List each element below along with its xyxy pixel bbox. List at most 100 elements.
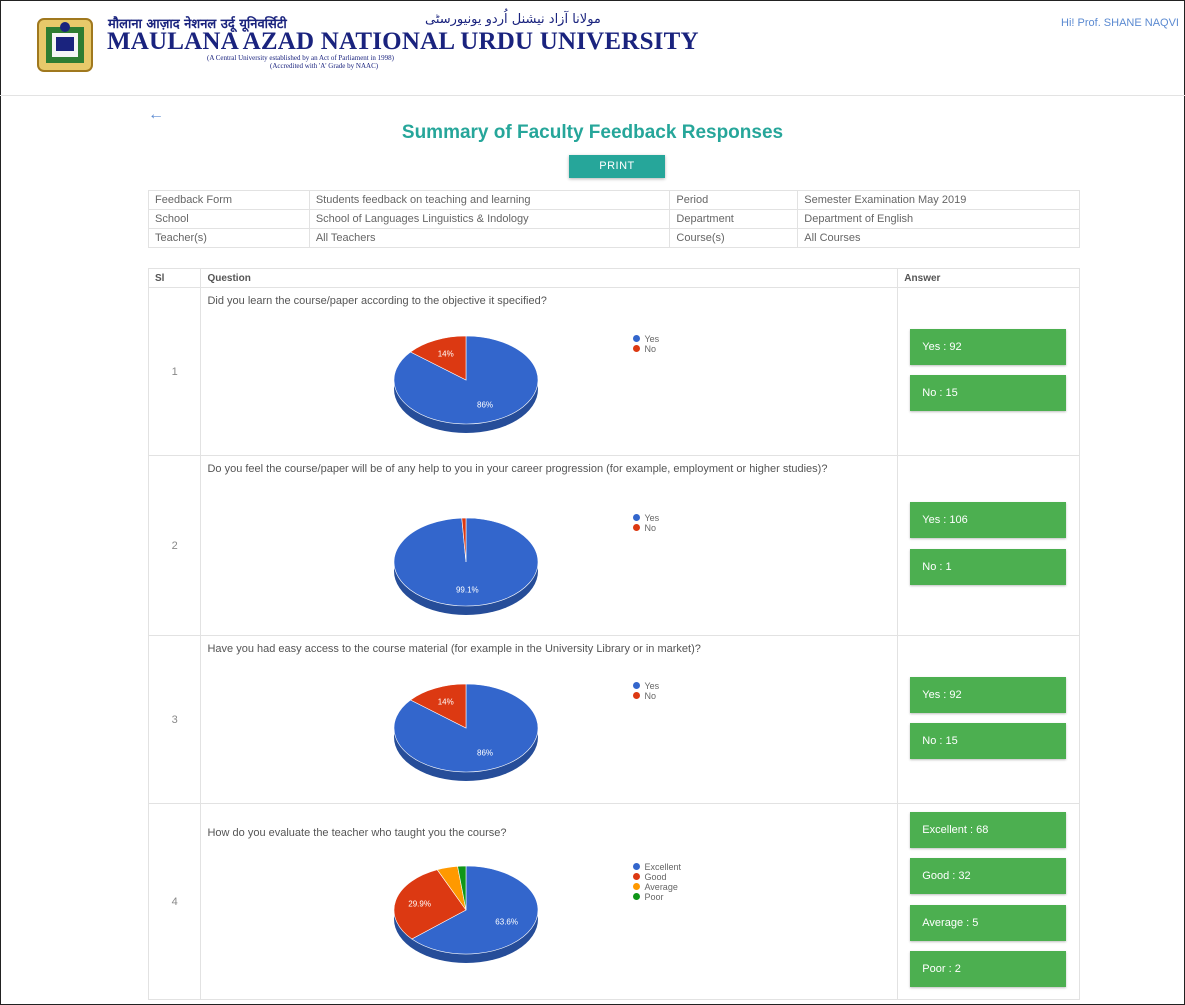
answer-badge: No : 15	[910, 723, 1067, 759]
question-cell: Have you had easy access to the course m…	[200, 635, 899, 804]
course-value: All Courses	[797, 228, 1080, 248]
answer-badge: No : 1	[910, 549, 1067, 585]
feedback-form-value: Students feedback on teaching and learni…	[308, 190, 671, 210]
pie-slice-label: 63.6%	[496, 917, 519, 926]
question-number: 4	[147, 803, 202, 1000]
feedback-form-label: Feedback Form	[148, 190, 310, 210]
legend-label: No	[644, 523, 656, 533]
legend-item: No	[633, 691, 659, 701]
legend-label: Yes	[644, 334, 660, 344]
legend-dot-good	[633, 873, 641, 880]
period-label: Period	[669, 190, 799, 210]
site-header: मौलाना आज़ाद नेशनल उर्दू यूनिवर्सिटी مول…	[0, 0, 1185, 96]
feedback-info-table: Feedback Form Students feedback on teach…	[148, 190, 1080, 248]
legend-dot-no	[633, 692, 641, 699]
legend-item: No	[633, 344, 659, 354]
chart-legend: Yes No	[633, 334, 659, 354]
legend-dot-no	[633, 345, 641, 352]
legend-label: Yes	[644, 681, 660, 691]
legend-dot-poor	[633, 893, 641, 900]
answer-badge: Average : 5	[910, 905, 1067, 941]
legend-item: Yes	[633, 513, 659, 523]
legend-dot-excellent	[633, 863, 641, 870]
pie-slice-label: 86%	[477, 749, 493, 758]
question-column-header: Question	[200, 268, 899, 288]
pie-chart: 63.6% 29.9%	[394, 865, 539, 963]
legend-item: Yes	[633, 681, 659, 691]
school-value: School of Languages Linguistics & Indolo…	[308, 209, 671, 229]
question-row: 2 Do you feel the course/paper will be o…	[147, 455, 1080, 636]
legend-label: No	[644, 691, 656, 701]
answer-badge: Good : 32	[910, 858, 1067, 894]
teacher-value: All Teachers	[308, 228, 671, 248]
question-row: 1 Did you learn the course/paper accordi…	[147, 287, 1080, 456]
legend-label: Average	[644, 882, 678, 892]
legend-label: Yes	[644, 513, 660, 523]
answer-column-header: Answer	[897, 268, 1080, 288]
legend-item: Excellent	[633, 862, 681, 872]
teacher-label: Teacher(s)	[148, 228, 310, 248]
legend-item: Average	[633, 882, 681, 892]
period-value: Semester Examination May 2019	[797, 190, 1080, 210]
accreditation-tagline: (Accredited with 'A' Grade by NAAC)	[270, 62, 379, 70]
school-label: School	[148, 209, 310, 229]
legend-dot-yes	[633, 335, 641, 342]
legend-item: Good	[633, 872, 681, 882]
question-number: 3	[147, 635, 202, 804]
legend-dot-yes	[633, 682, 641, 689]
question-text: Do you feel the course/paper will be of …	[207, 463, 828, 475]
course-label: Course(s)	[669, 228, 799, 248]
question-cell: How do you evaluate the teacher who taug…	[200, 803, 899, 1000]
answer-badge: Yes : 92	[910, 677, 1067, 713]
pie-slice-label: 86%	[477, 401, 493, 410]
legend-item: Yes	[633, 334, 659, 344]
answer-cell: Yes : 92 No : 15	[897, 287, 1080, 456]
print-button[interactable]: PRINT	[569, 155, 665, 178]
legend-dot-average	[633, 883, 641, 890]
question-text: Did you learn the course/paper according…	[207, 295, 547, 307]
university-logo	[37, 18, 93, 72]
department-value: Department of English	[797, 209, 1080, 229]
pie-chart: 99.1%	[394, 517, 539, 615]
answer-badge: Excellent : 68	[910, 812, 1067, 848]
university-tagline: (A Central University established by an …	[207, 54, 395, 62]
legend-dot-yes	[633, 514, 641, 521]
pie-chart: 86% 14%	[394, 683, 539, 781]
university-name: MAULANA AZAD NATIONAL URDU UNIVERSITY	[107, 28, 699, 55]
legend-label: Good	[644, 872, 667, 882]
chart-legend: Yes No	[633, 681, 659, 701]
chart-legend: Yes No	[633, 513, 659, 533]
legend-dot-no	[633, 524, 641, 531]
legend-label: Poor	[644, 892, 664, 902]
answer-badge: Yes : 106	[910, 502, 1067, 538]
answer-badge: No : 15	[910, 375, 1067, 411]
page-title: Summary of Faculty Feedback Responses	[401, 122, 784, 143]
pie-slice-label: 14%	[438, 350, 454, 359]
urdu-university-name: مولانا آزاد نیشنل اُردو یونیورسٹی	[425, 12, 601, 27]
question-row: 3 Have you had easy access to the course…	[147, 635, 1080, 804]
answer-badge: Poor : 2	[910, 951, 1067, 987]
question-row: 4 How do you evaluate the teacher who ta…	[147, 803, 1080, 1000]
legend-label: Excellent	[644, 862, 681, 872]
pie-slice-label: 99.1%	[456, 585, 479, 594]
pie-slice-label: 29.9%	[409, 900, 432, 909]
user-greeting[interactable]: Hi! Prof. SHANE NAQVI	[1061, 17, 1179, 29]
question-cell: Did you learn the course/paper according…	[200, 287, 899, 456]
feedback-summary-table: Sl Question Answer 1 Did you learn the c…	[147, 268, 1080, 1000]
legend-item: Poor	[633, 892, 681, 902]
answer-cell: Yes : 92 No : 15	[897, 635, 1080, 804]
answer-badge: Yes : 92	[910, 329, 1067, 365]
question-text: Have you had easy access to the course m…	[207, 643, 701, 655]
sl-column-header: Sl	[147, 268, 202, 288]
question-number: 1	[147, 287, 202, 456]
pie-slice-label: 14%	[438, 698, 454, 707]
legend-label: No	[644, 344, 656, 354]
question-cell: Do you feel the course/paper will be of …	[200, 455, 899, 636]
pie-chart: 86% 14%	[394, 335, 539, 433]
question-number: 2	[147, 455, 202, 636]
answer-cell: Yes : 106 No : 1	[897, 455, 1080, 636]
chart-legend: Excellent Good Average Poor	[633, 862, 681, 902]
question-text: How do you evaluate the teacher who taug…	[207, 827, 507, 839]
answer-cell: Excellent : 68 Good : 32 Average : 5 Poo…	[897, 803, 1080, 1000]
legend-item: No	[633, 523, 659, 533]
